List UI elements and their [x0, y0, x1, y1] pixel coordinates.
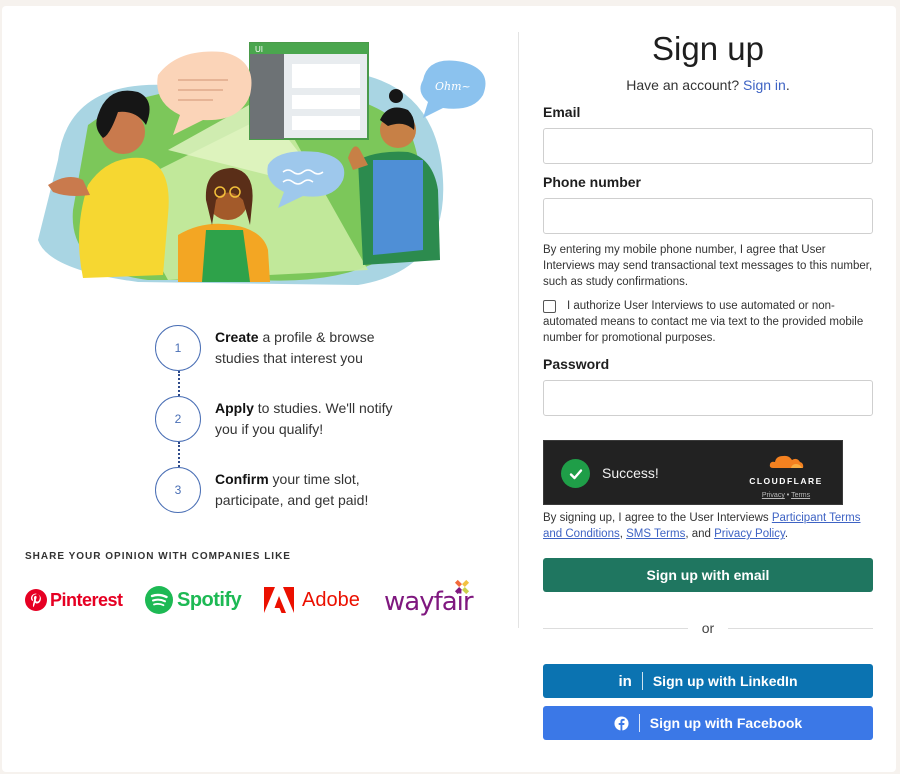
- terms-suffix: .: [784, 528, 789, 540]
- cloudflare-captcha[interactable]: Success! CLOUDFLARE Privacy • Terms: [543, 440, 843, 505]
- sign-up-email-button[interactable]: Sign up with email: [543, 558, 873, 592]
- step-description: Confirm your time slot, participate, and…: [215, 469, 405, 511]
- vertical-divider: [518, 32, 519, 628]
- people-chat-illustration: UI Ohm~: [38, 42, 486, 285]
- share-opinion-label: SHARE YOUR OPINION WITH COMPANIES LIKE: [25, 551, 291, 562]
- facebook-button-label: Sign up with Facebook: [649, 715, 803, 731]
- password-label: Password: [543, 356, 610, 372]
- button-separator: [641, 672, 643, 690]
- wayfair-logo: wayfair: [384, 579, 474, 620]
- terms-prefix: By signing up, I agree to the User Inter…: [543, 512, 772, 524]
- captcha-links: Privacy • Terms: [746, 492, 826, 499]
- step-description: Create a profile & browse studies that i…: [215, 327, 405, 369]
- adobe-logo: Adobe: [264, 580, 360, 620]
- phone-disclaimer: By entering my mobile phone number, I ag…: [543, 244, 873, 288]
- captcha-terms-link[interactable]: Terms: [791, 492, 810, 499]
- step-action: Apply: [215, 400, 254, 416]
- button-separator: [638, 714, 640, 732]
- sign-in-link[interactable]: Sign in: [743, 77, 786, 93]
- step-description: Apply to studies. We'll notify you if yo…: [215, 398, 405, 440]
- step-action: Confirm: [215, 471, 269, 487]
- pinterest-wordmark: Pinterest: [50, 589, 123, 610]
- sms-terms-link[interactable]: SMS Terms: [626, 528, 685, 540]
- spotify-icon: [145, 586, 173, 614]
- linkedin-button-label: Sign up with LinkedIn: [652, 673, 798, 689]
- promotional-consent-text: I authorize User Interviews to use autom…: [543, 298, 873, 346]
- step-1: 1 Create a profile & browse studies that…: [155, 325, 405, 371]
- password-input[interactable]: [543, 380, 873, 416]
- step-number-badge: 2: [155, 396, 201, 442]
- step-3: 3 Confirm your time slot, participate, a…: [155, 467, 405, 513]
- speech-bubble-text: Ohm~: [435, 80, 471, 93]
- sign-up-linkedin-button[interactable]: in Sign up with LinkedIn: [543, 664, 873, 698]
- email-input[interactable]: [543, 128, 873, 164]
- pinterest-icon: [25, 589, 47, 611]
- adobe-wordmark: Adobe: [302, 588, 360, 611]
- pinterest-logo: Pinterest: [24, 580, 123, 620]
- have-account-period: .: [785, 77, 790, 93]
- adobe-icon: [264, 587, 294, 613]
- linkedin-icon: in: [618, 672, 632, 690]
- spotify-wordmark: Spotify: [177, 588, 242, 611]
- email-label: Email: [543, 104, 581, 120]
- spotify-logo: Spotify: [144, 580, 242, 620]
- step-connector-2: [178, 442, 180, 467]
- or-divider: or: [543, 619, 873, 639]
- phone-label: Phone number: [543, 174, 642, 190]
- cloudflare-logo: CLOUDFLARE Privacy • Terms: [746, 453, 826, 499]
- company-logos: Pinterest Spotify Adobe wayfair: [24, 579, 494, 620]
- step-number-badge: 1: [155, 325, 201, 371]
- wayfair-pinwheel-icon: [454, 579, 470, 595]
- page-title: Sign up: [652, 30, 764, 67]
- sign-up-facebook-button[interactable]: Sign up with Facebook: [543, 706, 873, 740]
- step-action: Create: [215, 329, 259, 345]
- have-account-label: Have an account?: [626, 77, 740, 93]
- captcha-status: Success!: [602, 465, 659, 481]
- captcha-link-separator: •: [786, 492, 790, 499]
- phone-input[interactable]: [543, 198, 873, 234]
- step-number-badge: 3: [155, 467, 201, 513]
- app-badge: UI: [255, 45, 263, 54]
- terms-agreement: By signing up, I agree to the User Inter…: [543, 510, 873, 542]
- terms-separator-2: , and: [685, 528, 715, 540]
- promotional-consent-label: I authorize User Interviews to use autom…: [543, 300, 864, 344]
- cloudflare-wordmark: CLOUDFLARE: [749, 476, 823, 486]
- privacy-policy-link[interactable]: Privacy Policy: [714, 528, 785, 540]
- captcha-privacy-link[interactable]: Privacy: [762, 492, 785, 499]
- step-connector-1: [178, 371, 180, 396]
- facebook-icon: [614, 715, 629, 731]
- success-check-icon: [561, 459, 590, 488]
- have-account-text: Have an account? Sign in.: [543, 77, 873, 93]
- step-2: 2 Apply to studies. We'll notify you if …: [155, 396, 405, 442]
- cloudflare-cloud-icon: [769, 455, 804, 468]
- or-label: or: [701, 620, 715, 636]
